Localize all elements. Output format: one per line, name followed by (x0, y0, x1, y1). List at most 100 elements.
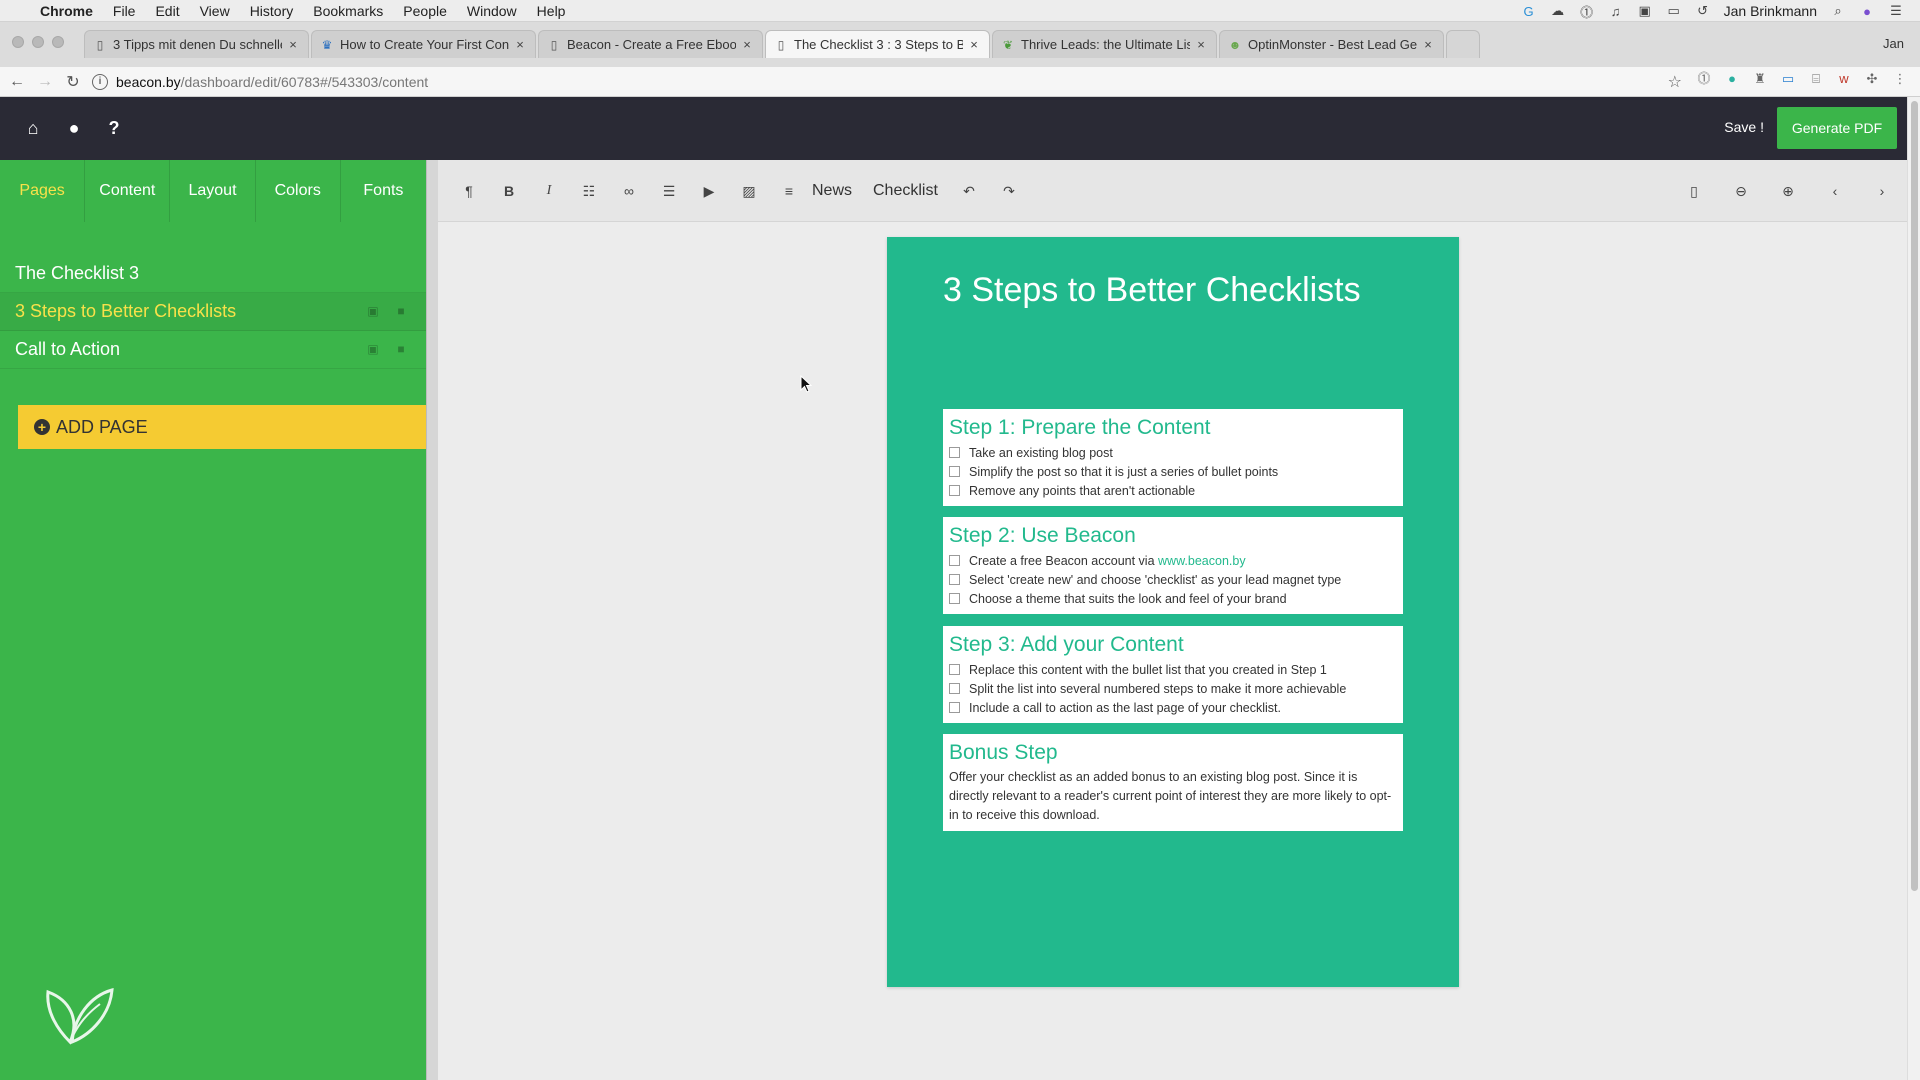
paragraph-icon[interactable]: ¶ (458, 180, 480, 202)
evernote-extension-icon[interactable]: ♜ (1752, 71, 1768, 87)
checklist-item[interactable]: Take an existing blog post (949, 443, 1397, 462)
video-icon[interactable]: ▶ (698, 180, 720, 202)
1password-extension-icon[interactable]: ⓵ (1696, 71, 1712, 87)
previous-page-icon[interactable]: ‹ (1824, 180, 1846, 202)
spotlight-search-icon[interactable]: ⌕ (1830, 3, 1846, 18)
checklist-item[interactable]: Select 'create new' and choose 'checklis… (949, 570, 1397, 589)
menu-history[interactable]: History (250, 3, 294, 19)
menu-app-chrome[interactable]: Chrome (40, 3, 93, 19)
creative-cloud-icon[interactable]: ☁ (1550, 3, 1566, 18)
browser-tab[interactable]: ▯ 3 Tipps mit denen Du schnelle × (84, 30, 309, 58)
page-item-active[interactable]: 3 Steps to Better Checklists ▣ ■ (0, 293, 426, 331)
info-icon[interactable]: i (92, 74, 108, 90)
screen-record-icon[interactable]: ▣ (1637, 3, 1653, 18)
mention-extension-icon[interactable]: ● (1724, 71, 1740, 87)
bonus-box[interactable]: Bonus Step Offer your checklist as an ad… (943, 734, 1403, 831)
minimize-window-button[interactable] (32, 36, 44, 48)
browser-tab-active[interactable]: ▯ The Checklist 3 : 3 Steps to Be × (765, 30, 990, 58)
step-box[interactable]: Step 2: Use Beacon Create a free Beacon … (943, 517, 1403, 614)
page-title[interactable]: 3 Steps to Better Checklists (943, 271, 1361, 310)
image-icon[interactable]: ▨ (738, 180, 760, 202)
page-item[interactable]: The Checklist 3 (0, 255, 426, 293)
delete-page-icon[interactable]: ■ (394, 342, 408, 357)
chrome-menu-icon[interactable]: ⋮ (1892, 71, 1908, 87)
tab-content[interactable]: Content (85, 160, 171, 222)
checkbox[interactable] (949, 447, 960, 458)
user-icon[interactable]: ● (63, 117, 85, 139)
redo-icon[interactable]: ↷ (998, 180, 1020, 202)
browser-tab[interactable]: ▯ Beacon - Create a Free Ebook × (538, 30, 763, 58)
checkbox[interactable] (949, 485, 960, 496)
sidebar-resize-handle[interactable] (426, 160, 438, 1080)
close-window-button[interactable] (12, 36, 24, 48)
address-bar[interactable]: i beacon.by/dashboard/edit/60783#/543303… (92, 70, 1692, 94)
beacon-link[interactable]: www.beacon.by (1158, 554, 1246, 568)
browser-tab[interactable]: ❦ Thrive Leads: the Ultimate List × (992, 30, 1217, 58)
close-icon[interactable]: × (967, 37, 981, 52)
screenshot-extension-icon[interactable]: ▭ (1780, 71, 1796, 87)
help-icon[interactable]: ? (103, 117, 125, 139)
checkbox[interactable] (949, 664, 960, 675)
checklist-item[interactable]: Split the list into several numbered ste… (949, 679, 1397, 698)
close-icon[interactable]: × (286, 37, 300, 52)
next-page-icon[interactable]: › (1871, 180, 1893, 202)
italic-icon[interactable]: I (538, 180, 560, 202)
page-item[interactable]: Call to Action ▣ ■ (0, 331, 426, 369)
wappalyzer-extension-icon[interactable]: w (1836, 71, 1852, 87)
checkbox[interactable] (949, 683, 960, 694)
document-page[interactable]: 3 Steps to Better Checklists Step 1: Pre… (887, 237, 1459, 987)
menu-bookmarks[interactable]: Bookmarks (313, 3, 383, 19)
notification-center-icon[interactable]: ☰ (1888, 3, 1904, 18)
checklist-item[interactable]: Simplify the post so that it is just a s… (949, 462, 1397, 481)
menu-file[interactable]: File (113, 3, 136, 19)
checkbox[interactable] (949, 466, 960, 477)
duplicate-page-icon[interactable]: ▣ (366, 342, 380, 357)
bullet-list-icon[interactable]: ☰ (658, 180, 680, 202)
duplicate-page-icon[interactable]: ▣ (366, 304, 380, 319)
checkbox[interactable] (949, 555, 960, 566)
close-icon[interactable]: × (740, 37, 754, 52)
step-box[interactable]: Step 3: Add your Content Replace this co… (943, 626, 1403, 723)
step-heading[interactable]: Step 1: Prepare the Content (949, 416, 1397, 440)
close-icon[interactable]: × (1421, 37, 1435, 52)
bold-icon[interactable]: B (498, 180, 520, 202)
link-icon[interactable]: ∞ (618, 180, 640, 202)
checklist-item[interactable]: Create a free Beacon account via www.bea… (949, 551, 1397, 570)
bookmark-star-icon[interactable]: ☆ (1668, 72, 1682, 92)
editor-canvas[interactable]: 3 Steps to Better Checklists Step 1: Pre… (438, 222, 1907, 1080)
undo-icon[interactable]: ↶ (958, 180, 980, 202)
grammarly-icon[interactable]: G (1521, 4, 1537, 19)
1password-icon[interactable]: ⓵ (1579, 4, 1595, 20)
add-page-button[interactable]: + ADD PAGE (18, 405, 426, 449)
news-button[interactable]: News (812, 180, 852, 202)
airplay-icon[interactable]: ▭ (1666, 3, 1682, 18)
checkbox[interactable] (949, 574, 960, 585)
zoom-out-icon[interactable]: ⊖ (1730, 180, 1752, 202)
step-heading[interactable]: Step 3: Add your Content (949, 633, 1397, 657)
menu-view[interactable]: View (200, 3, 230, 19)
checkbox[interactable] (949, 593, 960, 604)
siri-icon[interactable]: ● (1859, 4, 1875, 19)
new-tab-button[interactable] (1446, 30, 1480, 58)
scrollbar-thumb[interactable] (1911, 101, 1918, 891)
reload-icon[interactable]: ↻ (62, 71, 84, 93)
bell-icon[interactable]: ♫ (1608, 4, 1624, 19)
align-icon[interactable]: ≡ (778, 180, 800, 202)
save-button[interactable]: Save ! (1724, 119, 1764, 135)
back-arrow-icon[interactable]: ← (6, 71, 28, 93)
forward-arrow-icon[interactable]: → (34, 71, 56, 93)
close-icon[interactable]: × (513, 37, 527, 52)
browser-tab[interactable]: ☻ OptinMonster - Best Lead Gen × (1219, 30, 1444, 58)
menubar-user-name[interactable]: Jan Brinkmann (1724, 3, 1817, 19)
code-extension-icon[interactable]: ⌸ (1808, 71, 1824, 87)
table-icon[interactable]: ☷ (578, 180, 600, 202)
page-scrollbar[interactable] (1907, 97, 1920, 1080)
close-icon[interactable]: × (1194, 37, 1208, 52)
tab-fonts[interactable]: Fonts (341, 160, 426, 222)
checklist-item[interactable]: Include a call to action as the last pag… (949, 698, 1397, 717)
browser-tab[interactable]: ♛ How to Create Your First Conte × (311, 30, 536, 58)
puzzle-extension-icon[interactable]: ✣ (1864, 71, 1880, 87)
menu-people[interactable]: People (403, 3, 447, 19)
checklist-item[interactable]: Remove any points that aren't actionable (949, 481, 1397, 500)
delete-page-icon[interactable]: ■ (394, 304, 408, 319)
